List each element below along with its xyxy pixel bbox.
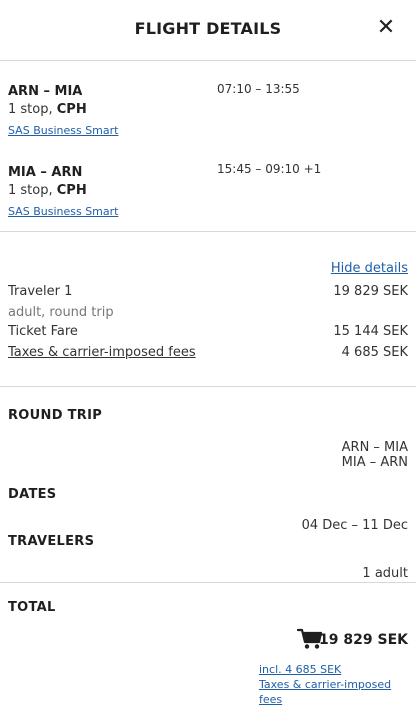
segment-stops: 1 stop, CPH [8,102,87,117]
segment-stops: 1 stop, CPH [8,183,87,198]
divider [0,582,416,583]
divider [0,386,416,387]
ticket-fare-amount: 15 144 SEK [333,324,408,339]
page-title: FLIGHT DETAILS [134,19,282,38]
close-button[interactable]: ✕ [372,13,400,41]
close-icon: ✕ [376,14,396,40]
taxes-fees-link[interactable]: Taxes & carrier-imposed fees [8,345,196,360]
stop-airport: CPH [56,183,87,198]
trip-route: MIA – ARN [341,455,408,470]
traveler-label: Traveler 1 [8,284,73,299]
total-included-taxes: incl. 4 685 SEK Taxes & carrier-imposed … [259,662,416,707]
traveler-amount: 19 829 SEK [333,284,408,299]
included-taxes-link[interactable]: incl. 4 685 SEK [259,662,416,677]
segment-route: ARN – MIA [8,84,83,99]
stop-airport: CPH [56,102,87,117]
fare-family-link[interactable]: SAS Business Smart [8,124,118,137]
trip-route: ARN – MIA [341,440,408,455]
fare-family-link[interactable]: SAS Business Smart [8,205,118,218]
stops-text: 1 stop, [8,183,57,198]
travelers-value: 1 adult [362,566,408,581]
taxes-fees-amount: 4 685 SEK [341,345,408,360]
segment-route: MIA – ARN [8,165,83,180]
round-trip-routes: ARN – MIA MIA – ARN [342,440,408,470]
segment-time: 07:10 – 13:55 [217,82,300,96]
segment-time: 15:45 – 09:10 +1 [217,162,322,176]
header: FLIGHT DETAILS ✕ [0,0,416,61]
hide-details-link[interactable]: Hide details [331,261,408,276]
ticket-fare-label: Ticket Fare [8,324,78,339]
total-label: TOTAL [8,600,56,615]
travelers-label: TRAVELERS [8,534,95,549]
dates-value: 04 Dec – 11 Dec [301,518,408,533]
total-amount: 19 829 SEK [319,632,408,648]
traveler-type: adult, round trip [8,305,114,320]
divider [0,231,416,232]
taxes-fees-link[interactable]: Taxes & carrier-imposed fees [259,677,416,707]
stops-text: 1 stop, [8,102,57,117]
dates-label: DATES [8,487,57,502]
round-trip-label: ROUND TRIP [8,408,103,423]
